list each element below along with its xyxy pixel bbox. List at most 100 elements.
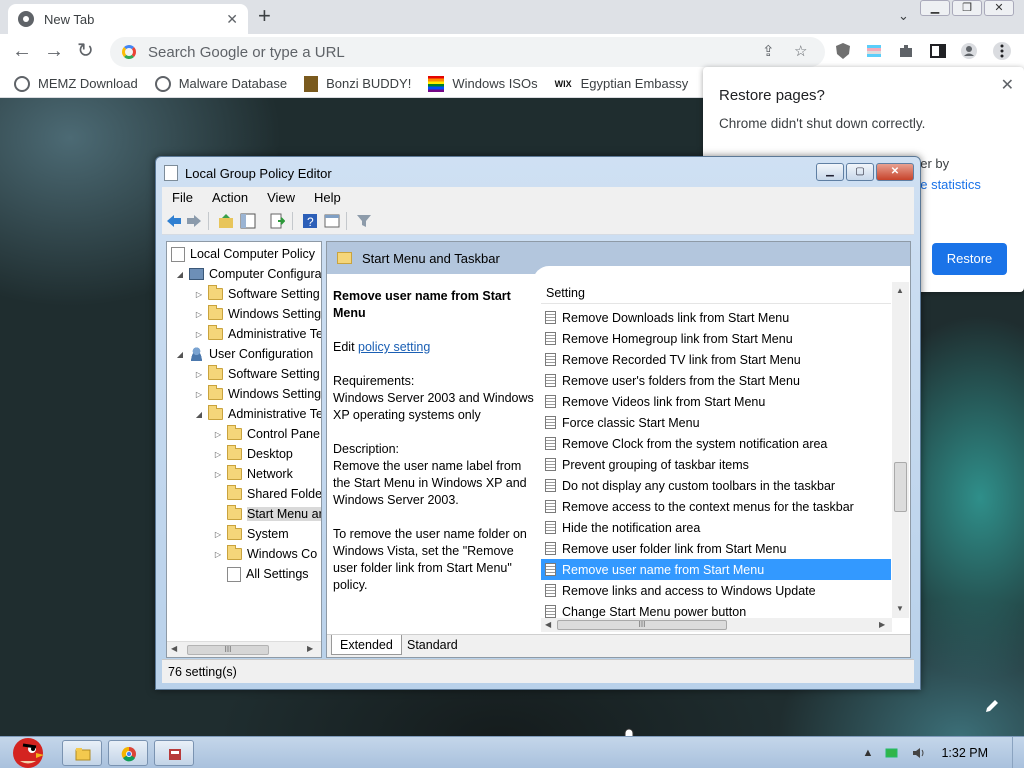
close-tab-icon[interactable]: ✕ xyxy=(226,11,238,28)
tree-item-software-settings[interactable]: ▷ Software Setting xyxy=(194,284,320,304)
taskbar-explorer[interactable] xyxy=(62,740,102,766)
pen-icon[interactable] xyxy=(984,698,1000,714)
close-window-icon[interactable]: ✕ xyxy=(984,0,1014,16)
new-tab-button[interactable]: + xyxy=(258,5,271,27)
scroll-down-icon[interactable]: ▼ xyxy=(896,604,904,613)
show-hidden-icons-icon[interactable]: ▲ xyxy=(863,747,874,759)
bookmark-star-icon[interactable]: ☆ xyxy=(794,42,807,60)
volume-icon[interactable] xyxy=(911,746,927,760)
restore-window-icon[interactable]: ❐ xyxy=(952,0,982,16)
scroll-left-icon[interactable]: ◀ xyxy=(171,644,177,653)
setting-row[interactable]: Remove Homegroup link from Start Menu xyxy=(541,328,891,349)
close-icon[interactable]: ✕ xyxy=(876,163,914,181)
scroll-up-icon[interactable]: ▲ xyxy=(896,286,904,295)
bookmark-bonzi-buddy[interactable]: Bonzi BUDDY! xyxy=(304,75,411,92)
scroll-right-icon[interactable]: ▶ xyxy=(879,620,885,629)
bookmark-windows-isos[interactable]: Windows ISOs xyxy=(428,75,538,92)
restore-button[interactable]: Restore xyxy=(932,243,1007,275)
settings-horizontal-scrollbar[interactable]: ◀ III ▶ xyxy=(541,618,892,632)
menu-view[interactable]: View xyxy=(267,190,295,205)
forward-arrow-icon[interactable] xyxy=(186,213,202,229)
collapsed-arrow-icon[interactable]: ▷ xyxy=(213,450,223,459)
expanded-arrow-icon[interactable]: ◢ xyxy=(175,350,185,359)
setting-row[interactable]: Hide the notification area xyxy=(541,517,891,538)
collapsed-arrow-icon[interactable]: ▷ xyxy=(213,470,223,479)
tab-standard[interactable]: Standard xyxy=(399,635,466,655)
back-arrow-icon[interactable]: ← xyxy=(12,40,32,62)
share-icon[interactable]: ⇪ xyxy=(762,42,775,60)
scroll-left-icon[interactable]: ◀ xyxy=(545,620,551,629)
close-icon[interactable]: ✕ xyxy=(1001,75,1014,95)
minimize-icon[interactable]: ▁ xyxy=(920,0,950,16)
menu-file[interactable]: File xyxy=(172,190,193,205)
scroll-right-icon[interactable]: ▶ xyxy=(307,644,313,653)
forward-arrow-icon[interactable]: → xyxy=(44,40,64,62)
usage-statistics-link[interactable]: ge statistics xyxy=(913,177,981,192)
setting-row[interactable]: Force classic Start Menu xyxy=(541,412,891,433)
edit-policy-setting-link[interactable]: policy setting xyxy=(358,340,430,354)
scrollbar-thumb[interactable]: III xyxy=(187,645,269,655)
back-arrow-icon[interactable] xyxy=(166,213,182,229)
menu-action[interactable]: Action xyxy=(212,190,248,205)
maximize-icon[interactable]: ▢ xyxy=(846,163,874,181)
setting-row[interactable]: Remove user name from Start Menu xyxy=(541,559,891,580)
tree-item-administrative-templates[interactable]: ◢ Administrative Te xyxy=(194,404,321,424)
filter-icon[interactable] xyxy=(356,213,372,229)
tree-item-all-settings[interactable]: All Settings xyxy=(213,564,309,584)
minimize-icon[interactable]: ▁ xyxy=(816,163,844,181)
tree-item-software-settings[interactable]: ▷ Software Setting xyxy=(194,364,320,384)
bookmark-egyptian-embassy[interactable]: WIX Egyptian Embassy xyxy=(555,76,689,92)
properties-icon[interactable] xyxy=(324,213,340,229)
up-folder-icon[interactable] xyxy=(218,213,234,229)
collapsed-arrow-icon[interactable]: ▷ xyxy=(194,290,204,299)
tree-item-windows-components[interactable]: ▷ Windows Co xyxy=(213,544,317,564)
tree-item-windows-settings[interactable]: ▷ Windows Setting xyxy=(194,304,321,324)
setting-row[interactable]: Remove Recorded TV link from Start Menu xyxy=(541,349,891,370)
settings-vertical-scrollbar[interactable]: ▲ ▼ xyxy=(892,282,909,618)
show-desktop-button[interactable] xyxy=(1012,737,1024,768)
tree-item-local-computer-policy[interactable]: Local Computer Policy xyxy=(171,244,315,264)
collapsed-arrow-icon[interactable]: ▷ xyxy=(194,330,204,339)
setting-row[interactable]: Remove user folder link from Start Menu xyxy=(541,538,891,559)
tree-item-start-menu-and-taskbar[interactable]: Start Menu ar xyxy=(213,504,321,524)
tree-item-windows-settings[interactable]: ▷ Windows Setting xyxy=(194,384,321,404)
expanded-arrow-icon[interactable]: ◢ xyxy=(194,410,204,419)
chrome-menu-icon[interactable] xyxy=(993,42,1011,60)
tab-search-icon[interactable]: ⌄ xyxy=(898,8,909,24)
profile-avatar-icon[interactable] xyxy=(960,42,978,60)
menu-help[interactable]: Help xyxy=(314,190,341,205)
extension-flag-icon[interactable] xyxy=(865,42,883,60)
tree-item-administrative-templates[interactable]: ▷ Administrative Te xyxy=(194,324,321,344)
reload-icon[interactable]: ↻ xyxy=(77,40,94,62)
tree-item-computer-configuration[interactable]: ◢ Computer Configura xyxy=(175,264,321,284)
bookmark-memz[interactable]: MEMZ Download xyxy=(14,75,138,92)
taskbar-gpedit[interactable] xyxy=(154,740,194,766)
collapsed-arrow-icon[interactable]: ▷ xyxy=(213,430,223,439)
column-header-setting[interactable]: Setting xyxy=(541,282,891,304)
bookmark-malware-database[interactable]: Malware Database xyxy=(154,75,287,92)
window-titlebar[interactable]: Local Group Policy Editor ▁ ▢ ✕ xyxy=(156,157,920,187)
export-list-icon[interactable] xyxy=(269,213,285,229)
tab-extended[interactable]: Extended xyxy=(331,635,402,655)
tree-item-control-panel[interactable]: ▷ Control Pane xyxy=(213,424,320,444)
side-panel-icon[interactable] xyxy=(929,42,947,60)
taskbar-chrome[interactable] xyxy=(108,740,148,766)
collapsed-arrow-icon[interactable]: ▷ xyxy=(213,550,223,559)
tree-item-network[interactable]: ▷ Network xyxy=(213,464,293,484)
collapsed-arrow-icon[interactable]: ▷ xyxy=(194,310,204,319)
show-hide-tree-icon[interactable] xyxy=(240,213,256,229)
tab-new-tab[interactable]: New Tab ✕ xyxy=(8,4,248,34)
setting-row[interactable]: Remove Videos link from Start Menu xyxy=(541,391,891,412)
ublock-icon[interactable] xyxy=(834,42,852,60)
omnibox[interactable]: Search Google or type a URL xyxy=(110,37,825,67)
tree-item-user-configuration[interactable]: ◢ User Configuration xyxy=(175,344,313,364)
setting-row[interactable]: Remove access to the context menus for t… xyxy=(541,496,891,517)
tree-horizontal-scrollbar[interactable]: ◀ III ▶ xyxy=(167,641,321,657)
scrollbar-thumb[interactable]: III xyxy=(557,620,727,630)
help-icon[interactable]: ? xyxy=(302,213,318,229)
setting-row[interactable]: Remove Downloads link from Start Menu xyxy=(541,307,891,328)
setting-row[interactable]: Remove Clock from the system notificatio… xyxy=(541,433,891,454)
extensions-puzzle-icon[interactable] xyxy=(897,42,915,60)
battery-icon[interactable] xyxy=(885,747,899,759)
tree-item-shared-folders[interactable]: Shared Folde xyxy=(213,484,321,504)
